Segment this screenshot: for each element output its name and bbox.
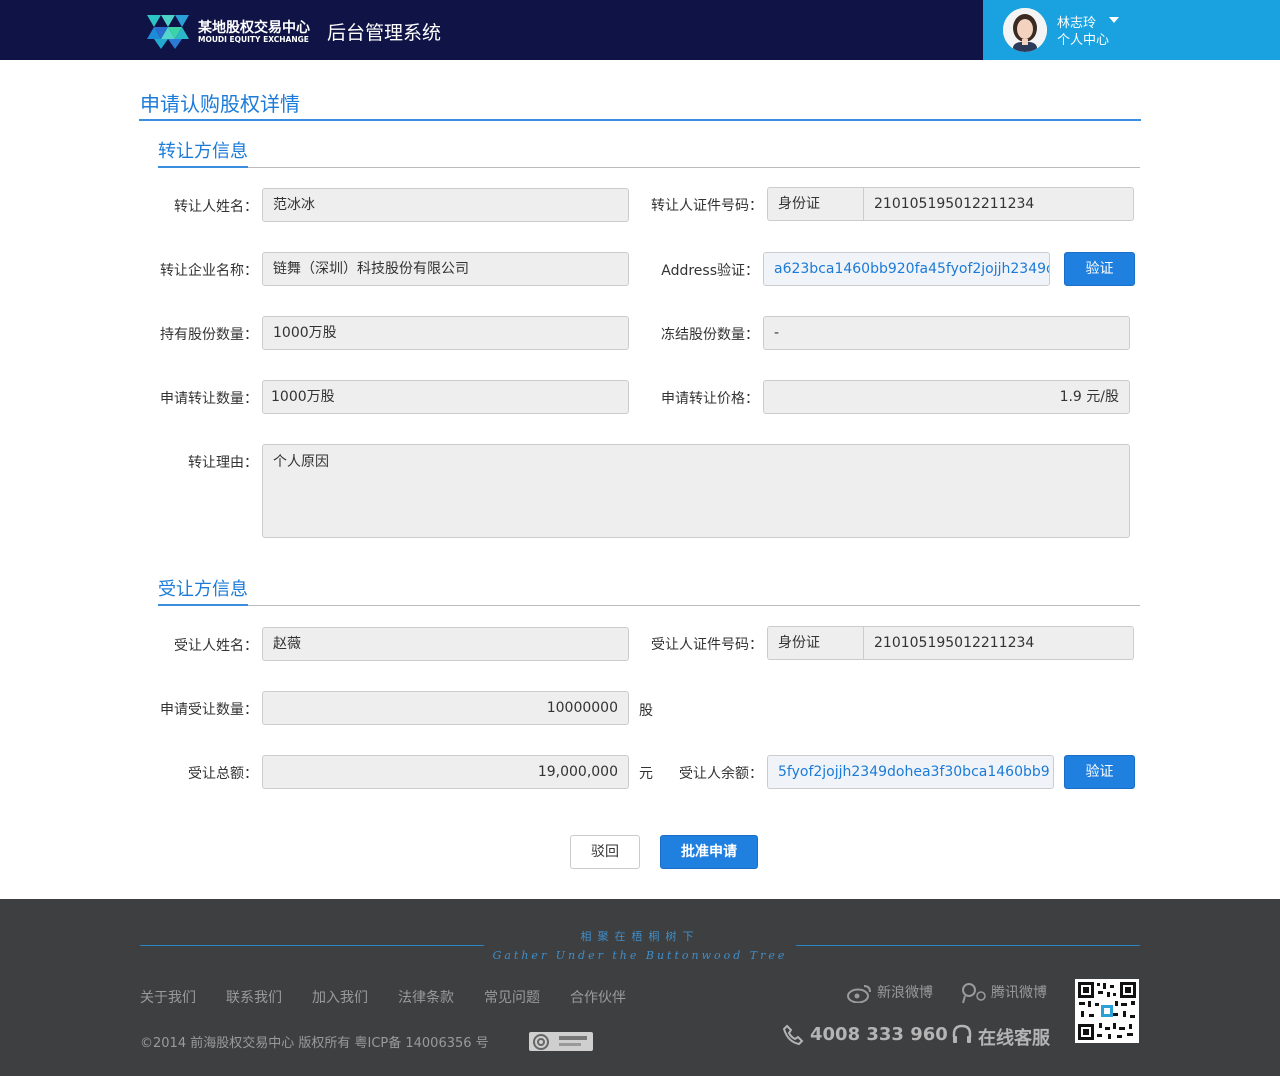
footer-link-faq[interactable]: 常见问题	[484, 987, 540, 1007]
verify-balance-button[interactable]: 验证	[1064, 755, 1135, 789]
id-number: 210105195012211234	[874, 196, 1035, 212]
section-title-transferor: 转让方信息	[158, 141, 248, 162]
phone-icon	[782, 1024, 804, 1046]
footer: 相聚在梧桐树下 Gather Under the Buttonwood Tree…	[0, 899, 1280, 1076]
section-title-transferee: 受让方信息	[158, 579, 248, 600]
user-avatar-icon	[1003, 8, 1047, 52]
transferor-id-field[interactable]: 身份证 210105195012211234	[767, 187, 1134, 221]
section-divider-accent	[158, 604, 248, 606]
slogan-divider	[140, 945, 484, 946]
page-title: 申请认购股权详情	[140, 92, 300, 116]
section-divider	[158, 605, 1140, 606]
qr-code-icon	[1075, 979, 1139, 1043]
address-label: Address验证：	[661, 263, 759, 279]
brand-name: 某地股权交易中心	[198, 20, 310, 36]
qty-unit: 股	[639, 703, 653, 719]
transferor-id-label: 转让人证件号码：	[651, 198, 763, 214]
brand-name-en: MOUDI EQUITY EXCHANGE	[198, 35, 309, 44]
slogan-cn: 相聚在梧桐树下	[580, 930, 700, 943]
approve-button[interactable]: 批准申请	[660, 835, 758, 869]
transferee-id-label: 受让人证件号码：	[651, 637, 763, 653]
id-number: 210105195012211234	[874, 635, 1035, 651]
id-type: 身份证	[768, 627, 864, 659]
tencent-weibo-icon[interactable]	[960, 982, 988, 1004]
transferee-id-field[interactable]: 身份证 210105195012211234	[767, 626, 1134, 660]
headset-icon[interactable]	[951, 1024, 973, 1046]
company-label: 转让企业名称：	[160, 263, 258, 279]
user-center-link[interactable]: 个人中心	[1057, 29, 1109, 48]
reject-button[interactable]: 驳回	[570, 835, 640, 869]
shares-label: 持有股份数量：	[160, 327, 258, 343]
transferee-qty-field[interactable]: 10000000	[262, 691, 629, 725]
balance-field[interactable]: 5fyof2jojjh2349dohea3f30bca1460bb9	[767, 755, 1054, 789]
frozen-shares-field[interactable]: -	[763, 316, 1130, 350]
exchange-logo-icon	[147, 15, 189, 49]
id-type: 身份证	[768, 188, 864, 220]
address-field[interactable]: a623bca1460bb920fa45fyof2jojjh2349d	[763, 252, 1050, 286]
title-divider	[139, 119, 1141, 121]
hotline-number: 4008 333 960	[810, 1024, 948, 1045]
total-amount-field[interactable]: 19,000,000	[262, 755, 629, 789]
shares-field[interactable]: 1000万股	[262, 316, 629, 350]
footer-link-legal[interactable]: 法律条款	[398, 987, 454, 1007]
online-service-link[interactable]: 在线客服	[978, 1024, 1050, 1050]
total-amount-label: 受让总额：	[188, 766, 258, 782]
slogan-divider	[796, 945, 1140, 946]
apply-price-field[interactable]: 1.9 元/股	[763, 380, 1130, 414]
transferee-name-label: 受让人姓名：	[174, 638, 258, 654]
section-divider	[158, 167, 1140, 168]
footer-link-join[interactable]: 加入我们	[312, 987, 368, 1007]
slogan-en: Gather Under the Buttonwood Tree	[492, 949, 788, 962]
verify-address-button[interactable]: 验证	[1064, 252, 1135, 286]
avatar[interactable]	[1003, 8, 1047, 52]
top-header: 某地股权交易中心 MOUDI EQUITY EXCHANGE 后台管理系统 林志…	[0, 0, 1280, 60]
frozen-shares-label: 冻结股份数量：	[661, 327, 759, 343]
trust-badge-icon[interactable]	[529, 1032, 593, 1051]
transferor-name-field[interactable]: 范冰冰	[262, 188, 629, 222]
company-field[interactable]: 链舞（深圳）科技股份有限公司	[262, 252, 629, 286]
sina-weibo-link[interactable]: 新浪微博	[877, 982, 933, 1002]
footer-link-partners[interactable]: 合作伙伴	[570, 987, 626, 1007]
balance-label: 受让人余额：	[679, 766, 763, 782]
footer-link-contact[interactable]: 联系我们	[226, 987, 282, 1007]
system-title: 后台管理系统	[327, 22, 442, 44]
section-divider-accent	[158, 166, 248, 168]
transferee-qty-label: 申请受让数量：	[160, 702, 258, 718]
transferee-name-field[interactable]: 赵薇	[262, 627, 629, 661]
trust-seal-icon	[533, 1034, 587, 1050]
apply-qty-label: 申请转让数量：	[160, 391, 258, 407]
tencent-weibo-link[interactable]: 腾讯微博	[991, 982, 1047, 1002]
copyright: ©2014 前海股权交易中心 版权所有 粤ICP备 14006356 号	[140, 1036, 489, 1051]
footer-link-about[interactable]: 关于我们	[140, 987, 196, 1007]
apply-price-label: 申请转让价格：	[661, 391, 759, 407]
chevron-down-icon[interactable]	[1109, 17, 1119, 23]
user-menu[interactable]: 林志玲 个人中心	[983, 0, 1280, 60]
sina-weibo-icon[interactable]	[847, 983, 873, 1003]
transferor-name-label: 转让人姓名：	[174, 199, 258, 215]
reason-label: 转让理由：	[188, 455, 258, 471]
amount-unit: 元	[639, 766, 653, 782]
apply-qty-field[interactable]: 1000万股	[262, 380, 629, 414]
reason-textarea[interactable]: 个人原因	[262, 444, 1130, 538]
